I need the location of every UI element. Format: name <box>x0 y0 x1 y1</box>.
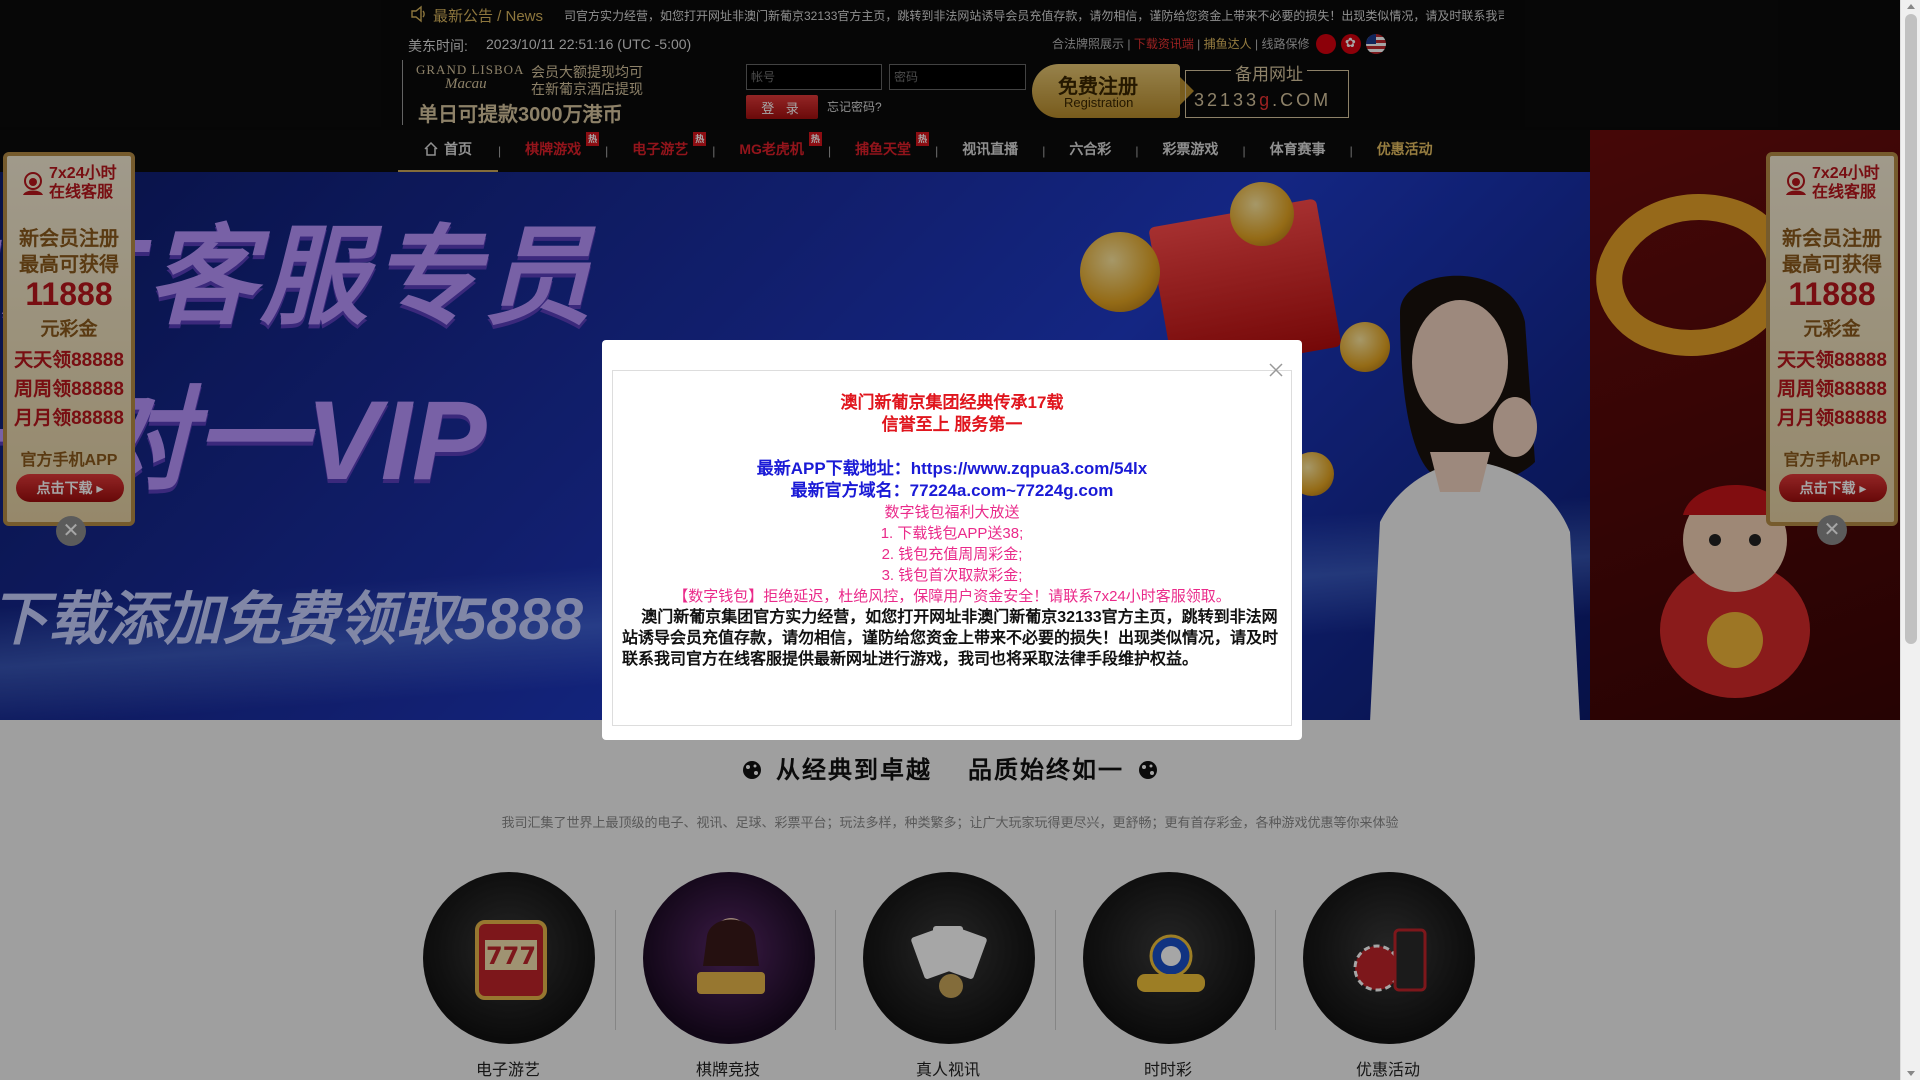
official-domain-link[interactable]: 77224a.com~77224g.com <box>910 481 1114 500</box>
page-scrollbar[interactable] <box>1900 0 1920 1080</box>
announcement-modal: 澳门新葡京集团经典传承17载 信誉至上 服务第一 最新APP下载地址：https… <box>602 340 1302 740</box>
wallet-item-2: 2. 钱包充值周周彩金; <box>881 546 1023 563</box>
modal-body: 澳门新葡京集团经典传承17载 信誉至上 服务第一 最新APP下载地址：https… <box>612 392 1292 670</box>
close-icon[interactable] <box>1266 360 1286 380</box>
scroll-up-arrow-icon[interactable] <box>1907 4 1915 9</box>
app-download-link[interactable]: https://www.zqpua3.com/54lx <box>911 459 1147 478</box>
modal-heading-1: 澳门新葡京集团经典传承17载 <box>840 393 1064 412</box>
app-download-line: 最新APP下载地址：https://www.zqpua3.com/54lx <box>756 459 1148 478</box>
scrollbar-thumb[interactable] <box>1905 14 1917 644</box>
modal-warning: 澳门新葡京集团官方实力经营，如您打开网址非澳门新葡京32133官方主页，跳转到非… <box>622 609 1279 668</box>
official-domain-line: 最新官方域名：77224a.com~77224g.com <box>790 481 1114 500</box>
modal-heading-2: 信誉至上 服务第一 <box>881 415 1023 434</box>
wallet-item-1: 1. 下载钱包APP送38; <box>880 525 1024 542</box>
wallet-item-3: 3. 钱包首次取款彩金; <box>881 567 1023 584</box>
scroll-down-arrow-icon[interactable] <box>1907 1071 1915 1076</box>
wallet-title: 数字钱包福利大放送 <box>884 504 1020 521</box>
wallet-notice: 【数字钱包】拒绝延迟，杜绝风控，保障用户资金安全！请联系7x24小时客服领取。 <box>673 588 1231 605</box>
